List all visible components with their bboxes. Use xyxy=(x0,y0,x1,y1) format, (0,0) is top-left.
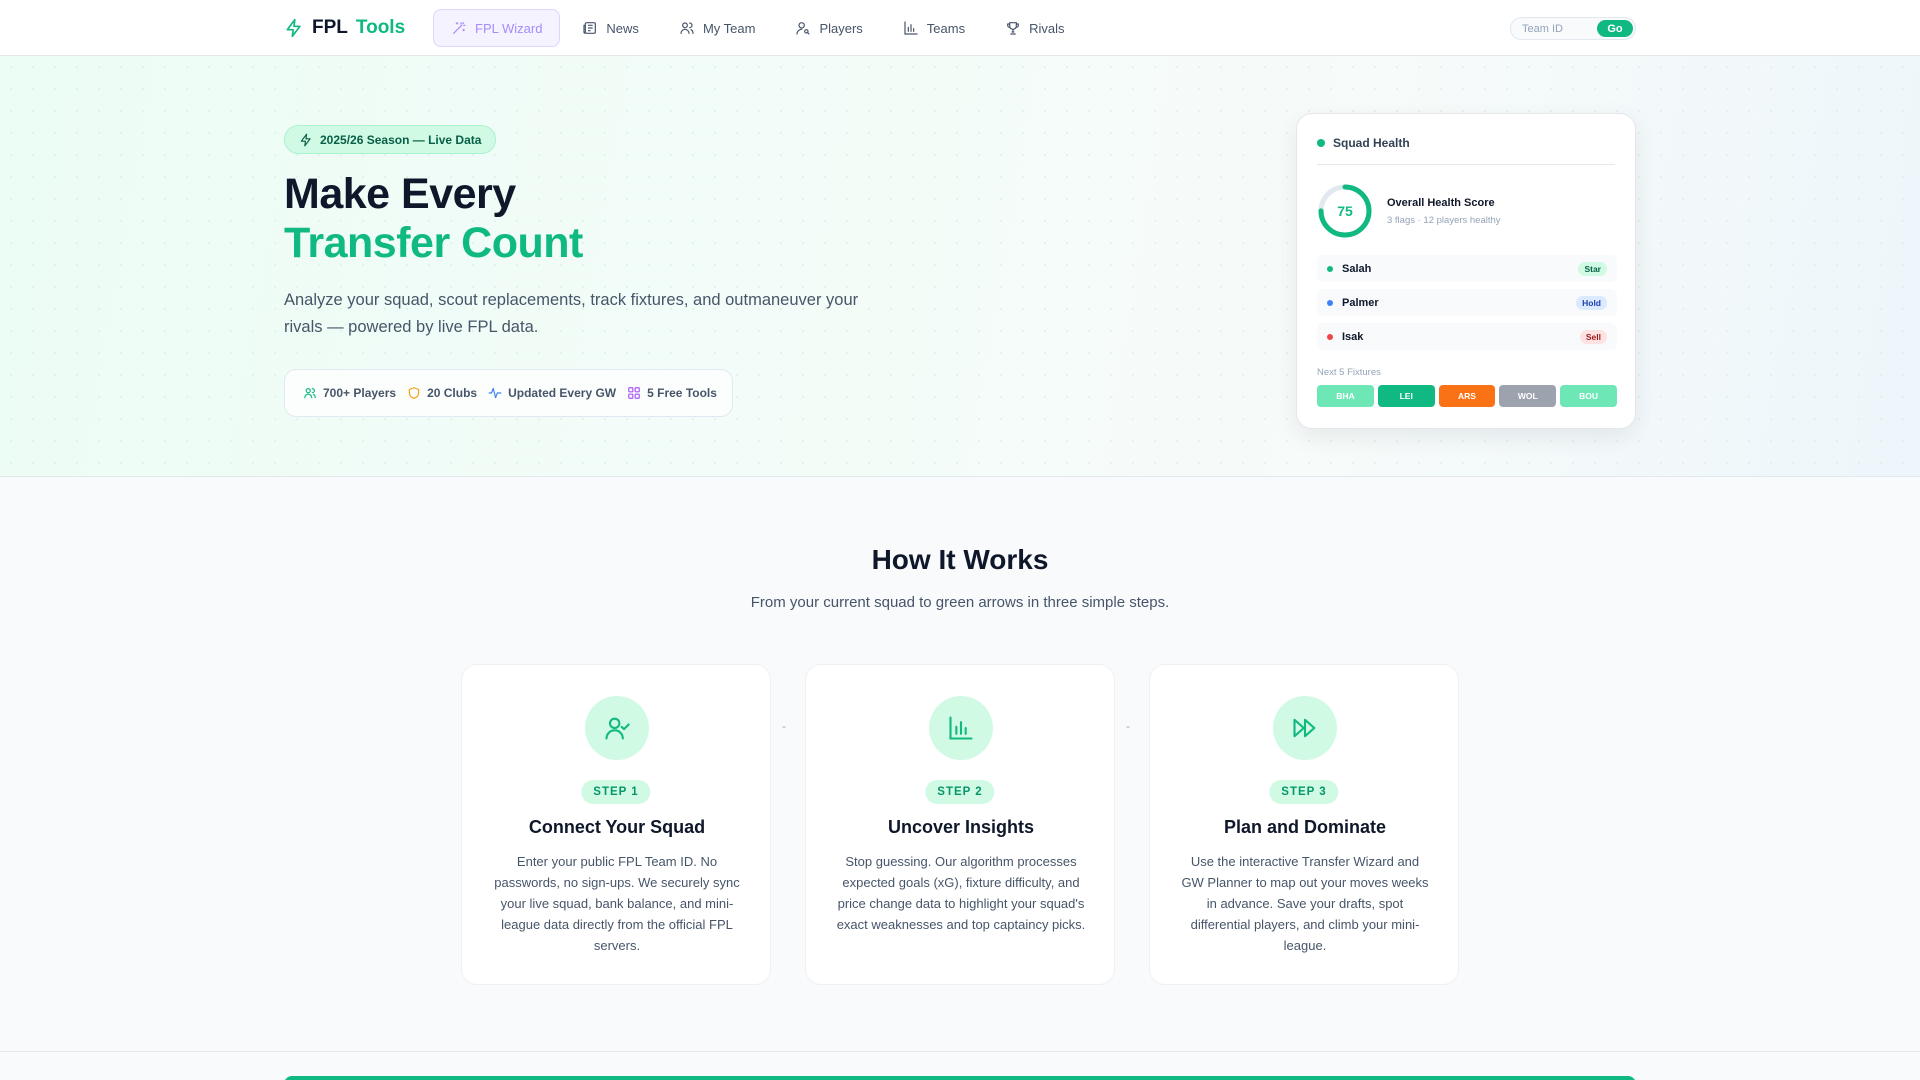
newspaper-icon xyxy=(583,22,597,34)
next-fixtures-label: Next 5 Fixtures xyxy=(1317,367,1381,378)
nav-item-teams[interactable]: Teams xyxy=(885,9,983,47)
user-check-icon xyxy=(605,717,630,740)
stat-label: 20 Clubs xyxy=(427,386,478,400)
nav-item-label: Players xyxy=(819,20,863,36)
player-name: Salah xyxy=(1342,262,1372,275)
bar-chart-icon xyxy=(904,21,918,35)
brand-name-part2: Tools xyxy=(355,17,406,38)
how-it-works-title: How It Works xyxy=(871,544,1049,575)
hero-section: 2025/26 Season — Live Data Make Every Tr… xyxy=(0,56,1920,477)
users-icon xyxy=(304,388,316,399)
player-status-dot xyxy=(1327,299,1333,306)
hero-title: Make Every Transfer Count xyxy=(284,170,583,268)
grid-icon xyxy=(628,387,640,399)
nav-item-label: My Team xyxy=(702,20,756,36)
fixture-chip: LEI xyxy=(1377,385,1435,407)
step-icon-circle xyxy=(585,696,649,760)
step-pill: STEP 2 xyxy=(925,780,995,804)
stat-tools: 5 Free Tools xyxy=(627,386,717,400)
player-row-salah[interactable]: Salah Star xyxy=(1317,255,1617,282)
cta-banner-edge xyxy=(284,1076,1636,1080)
bar-chart-icon xyxy=(949,716,973,740)
nav-item-players[interactable]: Players xyxy=(777,9,880,47)
step-card-3: STEP 3 Plan and Dominate Use the interac… xyxy=(1149,664,1459,985)
section-divider xyxy=(0,1051,1920,1052)
fixture-chip: ARS xyxy=(1438,385,1496,407)
stats-bar: 700+ Players 20 Clubs Updated Every GW 5… xyxy=(284,369,733,417)
step-connector: - xyxy=(782,719,786,733)
nav-links: FPL Wizard News My Team Players Teams Ri… xyxy=(433,9,1083,47)
stat-clubs: 20 Clubs xyxy=(407,386,477,400)
step-card-2: STEP 2 Uncover Insights Stop guessing. O… xyxy=(805,664,1115,985)
lightning-icon xyxy=(286,18,301,38)
step-pill: STEP 1 xyxy=(581,780,651,804)
step-title: Plan and Dominate xyxy=(1223,817,1387,837)
score-title: Overall Health Score xyxy=(1387,197,1495,209)
player-tag: Sell xyxy=(1579,329,1607,344)
lightning-icon xyxy=(300,133,311,146)
step-card-1: STEP 1 Connect Your Squad Enter your pub… xyxy=(461,664,771,985)
player-status-dot xyxy=(1327,265,1333,272)
player-status-dot xyxy=(1327,333,1333,340)
hero-subtitle: Analyze your squad, scout replacements, … xyxy=(284,291,859,336)
nav-item-label: Teams xyxy=(926,20,966,36)
stat-label: 700+ Players xyxy=(323,386,397,400)
divider xyxy=(1317,164,1615,165)
season-badge-label: 2025/26 Season — Live Data xyxy=(320,132,482,147)
fast-forward-icon xyxy=(1293,718,1316,738)
step-icon-circle xyxy=(929,696,993,760)
player-row-isak[interactable]: Isak Sell xyxy=(1317,323,1617,350)
player-tag: Hold xyxy=(1576,295,1607,310)
brand-logo[interactable]: FPL Tools xyxy=(284,16,405,40)
how-it-works-subtitle: From your current squad to green arrows … xyxy=(750,594,1170,611)
squad-health-card: Squad Health 75 Overall Health Score 3 f… xyxy=(1296,113,1636,429)
go-button[interactable]: Go xyxy=(1597,20,1633,37)
nav-item-my-team[interactable]: My Team xyxy=(661,9,774,47)
nav-item-rivals[interactable]: Rivals xyxy=(987,9,1082,47)
stat-players: 700+ Players xyxy=(303,386,396,400)
fixture-strip: BHA LEI ARS WOL BOU xyxy=(1317,385,1617,407)
step-description: Stop guessing. Our algorithm processes e… xyxy=(836,854,1086,932)
step-title: Uncover Insights xyxy=(887,817,1035,837)
step-connector: - xyxy=(1126,719,1130,733)
hero-title-line2: Transfer Count xyxy=(284,219,583,267)
step-title: Connect Your Squad xyxy=(528,817,706,837)
season-badge: 2025/26 Season — Live Data xyxy=(284,125,497,154)
player-tag: Star xyxy=(1578,261,1607,276)
stat-label: Updated Every GW xyxy=(508,386,617,400)
nav-item-fpl-wizard[interactable]: FPL Wizard xyxy=(433,9,561,47)
hero-title-line1: Make Every xyxy=(284,170,516,218)
fixture-chip: BHA xyxy=(1317,385,1374,407)
trophy-icon xyxy=(1007,22,1020,35)
step-description: Use the interactive Transfer Wizard and … xyxy=(1181,854,1429,953)
nav-item-label: Rivals xyxy=(1029,20,1065,36)
nav-item-news[interactable]: News xyxy=(564,9,657,47)
score-meta: 3 flags · 12 players healthy xyxy=(1387,215,1501,226)
stat-updated: Updated Every GW xyxy=(488,386,616,400)
card-header: Squad Health xyxy=(1317,136,1410,150)
fixture-chip: WOL xyxy=(1499,385,1557,407)
card-title: Squad Health xyxy=(1333,136,1410,150)
step-icon-circle xyxy=(1273,696,1337,760)
status-dot xyxy=(1317,139,1325,147)
wand-icon xyxy=(453,22,466,34)
stat-label: 5 Free Tools xyxy=(647,386,717,400)
team-id-input[interactable] xyxy=(1522,22,1602,35)
brand-name-part1: FPL xyxy=(312,17,348,38)
activity-icon xyxy=(488,387,502,399)
player-name: Isak xyxy=(1342,330,1364,343)
shield-icon xyxy=(408,387,420,399)
team-id-form: Go xyxy=(1510,17,1636,40)
fixture-chip: BOU xyxy=(1560,385,1617,407)
step-description: Enter your public FPL Team ID. No passwo… xyxy=(494,854,740,953)
health-score-value: 75 xyxy=(1337,203,1353,219)
player-name: Palmer xyxy=(1342,296,1379,309)
nav-item-label: News xyxy=(606,20,639,36)
users-icon xyxy=(680,22,694,34)
player-row-palmer[interactable]: Palmer Hold xyxy=(1317,289,1617,316)
nav-item-label: FPL Wizard xyxy=(475,20,543,36)
step-pill: STEP 3 xyxy=(1269,780,1339,804)
user-search-icon xyxy=(796,22,811,35)
top-navbar: FPL Tools FPL Wizard News My Team Player… xyxy=(0,0,1920,56)
